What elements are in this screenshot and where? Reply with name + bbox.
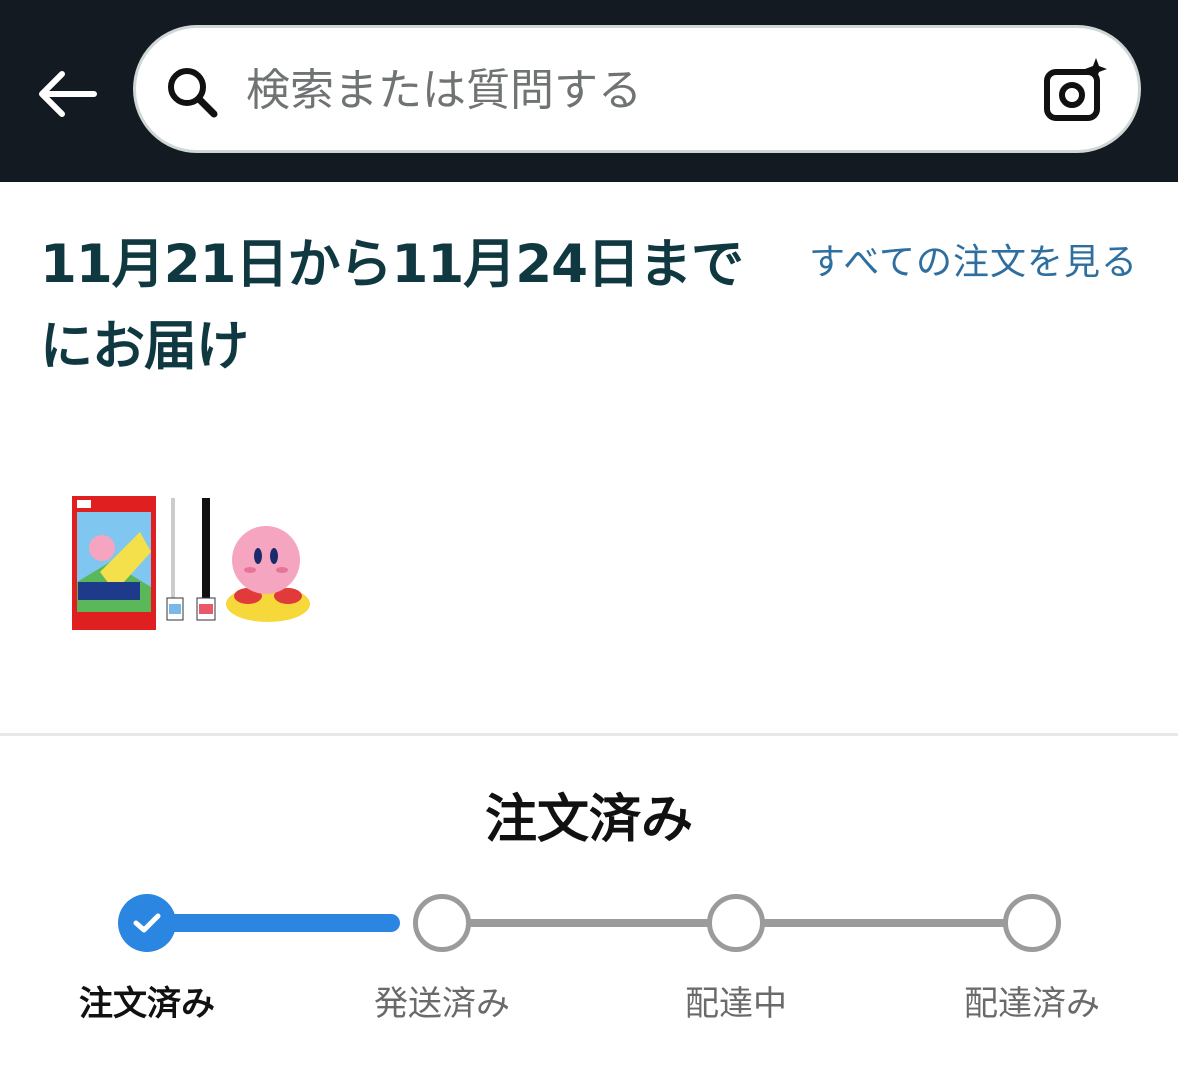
checkmark-icon [133, 913, 161, 933]
step-label-ordered: 注文済み [79, 984, 215, 1024]
delivery-date-title: 11月21日から11月24日までにお届け [40, 234, 744, 377]
search-input[interactable] [246, 50, 1006, 130]
step-marker-ordered [118, 894, 176, 952]
progress-track-completed [146, 914, 400, 932]
step-label-shipped: 発送済み [374, 984, 510, 1024]
section-divider [0, 733, 1178, 736]
view-all-orders-link[interactable]: すべての注文を見る [800, 236, 1138, 290]
order-status-heading: 注文済み [484, 790, 693, 850]
camera-search-icon[interactable] [1042, 58, 1110, 126]
step-label-out-for-delivery: 配達中 [685, 984, 787, 1024]
back-button[interactable] [30, 58, 102, 130]
search-icon[interactable] [164, 64, 220, 120]
search-bar[interactable] [133, 25, 1141, 153]
step-label-delivered: 配達済み [964, 984, 1100, 1024]
step-marker-shipped [413, 894, 471, 952]
step-marker-delivered [1003, 894, 1061, 952]
top-navigation-bar [0, 0, 1178, 182]
product-thumbnail[interactable] [70, 492, 314, 632]
step-marker-out-for-delivery [707, 894, 765, 952]
arrow-left-icon [39, 71, 97, 117]
